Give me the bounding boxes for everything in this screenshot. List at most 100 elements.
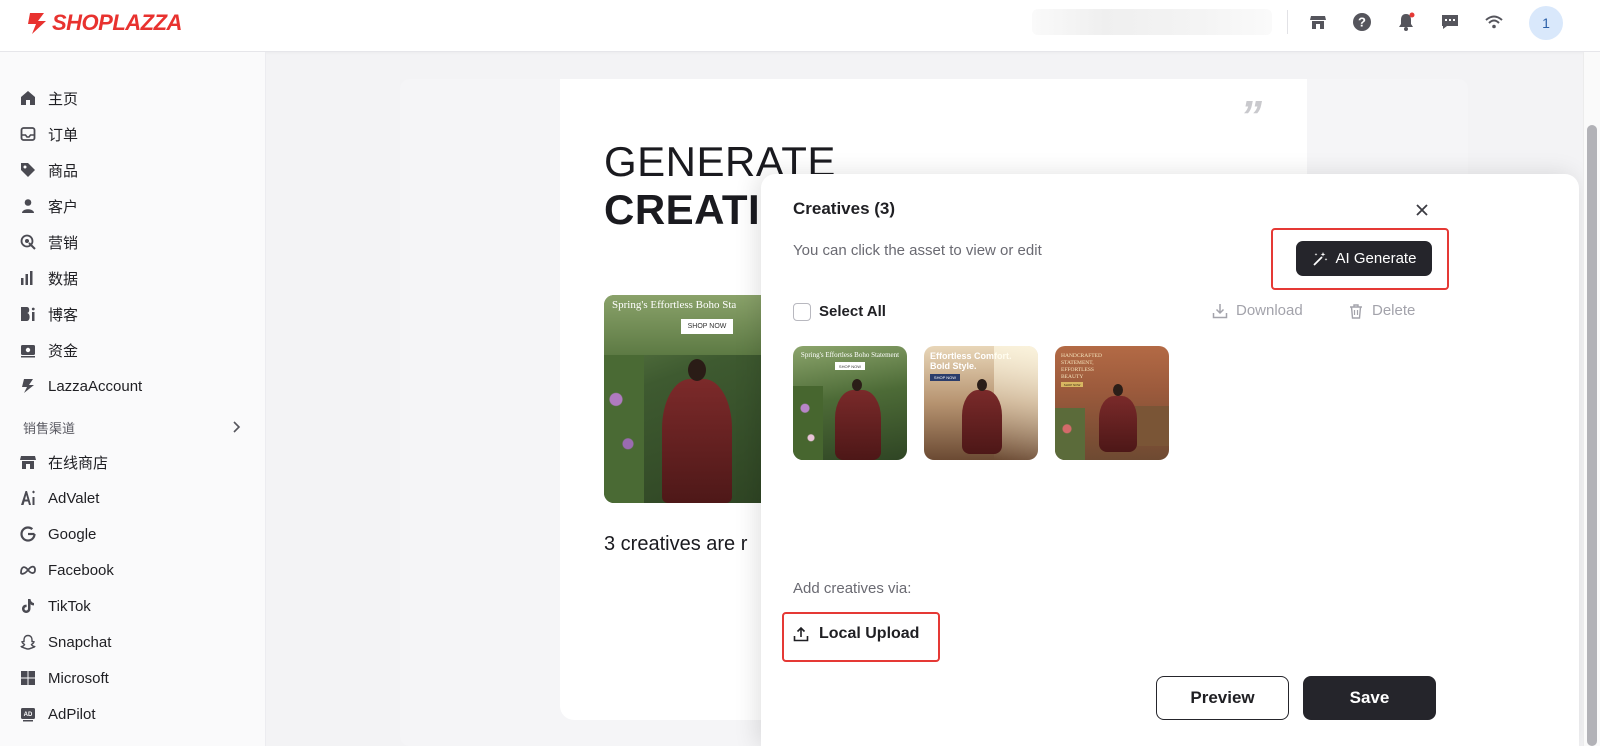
hero-image-caption: Spring's Effortless Boho Sta [612, 299, 737, 311]
blog-icon [19, 305, 37, 323]
close-icon[interactable] [1412, 200, 1432, 220]
store-search-field[interactable] [1032, 9, 1272, 35]
creative-thumbnail-1[interactable]: Spring's Effortless Boho Statement SHOP … [793, 346, 907, 460]
sidebar-item-label: 主页 [48, 90, 79, 108]
creative-thumbnail-2[interactable]: Effortless Comfort. Bold Style. SHOP NOW [924, 346, 1038, 460]
sidebar-item-label: LazzaAccount [48, 377, 143, 395]
sidebar-item-label: 在线商店 [48, 454, 109, 472]
sales-channels-title: 销售渠道 [23, 421, 76, 436]
chevron-right-icon[interactable] [229, 420, 243, 434]
chat-icon[interactable] [1439, 11, 1461, 33]
sidebar-item-label: Google [48, 525, 97, 543]
sidebar-item-label: TikTok [48, 597, 91, 615]
store-icon [19, 453, 37, 471]
local-upload-label: Local Upload [819, 625, 920, 642]
tag-icon [19, 161, 37, 179]
sidebar-item-label: 营销 [48, 234, 79, 252]
trash-icon [1350, 303, 1362, 319]
sidebar-item-microsoft[interactable]: Microsoft [19, 664, 109, 692]
sidebar-item-finance[interactable]: 资金 [19, 336, 78, 364]
sidebar-item-label: 商品 [48, 162, 79, 180]
top-divider [1287, 10, 1288, 34]
tiktok-icon [19, 597, 37, 615]
sidebar-item-online-store[interactable]: 在线商店 [19, 448, 108, 476]
sidebar-item-blog[interactable]: 博客 [19, 300, 78, 328]
sidebar-item-label: Microsoft [48, 669, 109, 687]
sidebar-item-label: 订单 [48, 126, 79, 144]
wifi-icon[interactable] [1483, 11, 1505, 33]
select-all-checkbox[interactable] [793, 303, 811, 321]
sidebar-item-lazzaaccount[interactable]: LazzaAccount [19, 372, 142, 400]
microsoft-icon [19, 669, 37, 687]
top-bar: SHOPLAZZA ? 1 [0, 0, 1600, 52]
sidebar-item-label: 博客 [48, 306, 79, 324]
sidebar-item-customers[interactable]: 客户 [19, 192, 78, 220]
sidebar-item-tiktok[interactable]: TikTok [19, 592, 91, 620]
wallet-icon [19, 341, 37, 359]
save-button[interactable]: Save [1303, 676, 1436, 720]
adpilot-icon: AD [19, 705, 37, 723]
upload-icon [793, 626, 809, 642]
quote-mark: ” [1240, 92, 1262, 141]
modal-title: Creatives (3) [793, 199, 896, 218]
sidebar-item-advalet[interactable]: AdValet [19, 484, 99, 512]
modal-subtitle: You can click the asset to view or edit [793, 242, 1042, 259]
sidebar-item-label: Snapchat [48, 633, 112, 651]
svg-text:AD: AD [24, 712, 33, 718]
inbox-icon [19, 125, 37, 143]
shoplazza-logo[interactable]: SHOPLAZZA [26, 10, 182, 36]
sidebar-item-label: AdValet [48, 489, 100, 507]
avatar[interactable]: 1 [1529, 6, 1563, 40]
creative-shop-button: SHOP NOW [930, 374, 960, 381]
sidebar-item-marketing[interactable]: 营销 [19, 228, 78, 256]
local-upload-button[interactable]: Local Upload [793, 625, 919, 643]
snapchat-icon [19, 633, 37, 651]
sidebar: 主页 订单 商品 客户 营销 数据 博客 资金 LazzaAccount 销售渠… [0, 52, 266, 746]
store-icon[interactable] [1307, 11, 1329, 33]
sidebar-item-analytics[interactable]: 数据 [19, 264, 78, 292]
svg-text:?: ? [1358, 15, 1366, 30]
page-scrollbar-thumb[interactable] [1587, 125, 1597, 746]
add-creatives-label: Add creatives via: [793, 580, 912, 597]
bar-chart-icon [19, 269, 37, 287]
sidebar-item-adpilot[interactable]: AD AdPilot [19, 700, 96, 728]
google-icon [19, 525, 37, 543]
shoplazza-logo-icon [28, 13, 46, 34]
download-label: Download [1236, 302, 1303, 319]
hero-creative-image[interactable]: Spring's Effortless Boho Sta SHOP NOW [604, 295, 762, 503]
creative-shop-button: SHOP NOW [835, 362, 865, 370]
sidebar-item-facebook[interactable]: Facebook [19, 556, 114, 584]
help-icon[interactable]: ? [1351, 11, 1373, 33]
meta-icon [19, 561, 37, 579]
preview-button[interactable]: Preview [1156, 676, 1289, 720]
ai-generate-button[interactable]: AI Generate [1296, 241, 1432, 276]
hero-caption: 3 creatives are r [604, 533, 748, 555]
hero-title-line2: CREATI [604, 186, 761, 233]
sidebar-item-home[interactable]: 主页 [19, 84, 78, 112]
sidebar-item-label: AdPilot [48, 705, 96, 723]
user-icon [19, 197, 37, 215]
sidebar-item-label: 数据 [48, 270, 79, 288]
sidebar-item-snapchat[interactable]: Snapchat [19, 628, 111, 656]
hero-image-shop-button: SHOP NOW [681, 319, 733, 334]
creative-caption: HANDCRAFTED STATEMENT, EFFORTLESS BEAUTY [1061, 353, 1102, 380]
delete-button[interactable]: Delete [1348, 302, 1415, 319]
sidebar-item-orders[interactable]: 订单 [19, 120, 78, 148]
creative-caption: Spring's Effortless Boho Statement [800, 351, 900, 359]
delete-label: Delete [1372, 302, 1416, 319]
lightning-icon [19, 377, 37, 395]
download-icon [1212, 303, 1228, 318]
advalet-icon [19, 489, 37, 507]
creative-thumbnail-3[interactable]: HANDCRAFTED STATEMENT, EFFORTLESS BEAUTY… [1055, 346, 1169, 460]
sidebar-item-label: 资金 [48, 342, 79, 360]
bell-icon[interactable] [1395, 11, 1417, 33]
sidebar-item-google[interactable]: Google [19, 520, 96, 548]
brand-name: SHOPLAZZA [52, 10, 182, 35]
sidebar-item-label: 客户 [48, 198, 79, 216]
select-all-label[interactable]: Select All [819, 303, 886, 320]
download-button[interactable]: Download [1212, 302, 1303, 319]
magic-wand-icon [1312, 251, 1327, 266]
creative-shop-button: SHOP NOW [1061, 382, 1083, 387]
sidebar-item-label: Facebook [48, 561, 114, 579]
sidebar-item-products[interactable]: 商品 [19, 156, 78, 184]
